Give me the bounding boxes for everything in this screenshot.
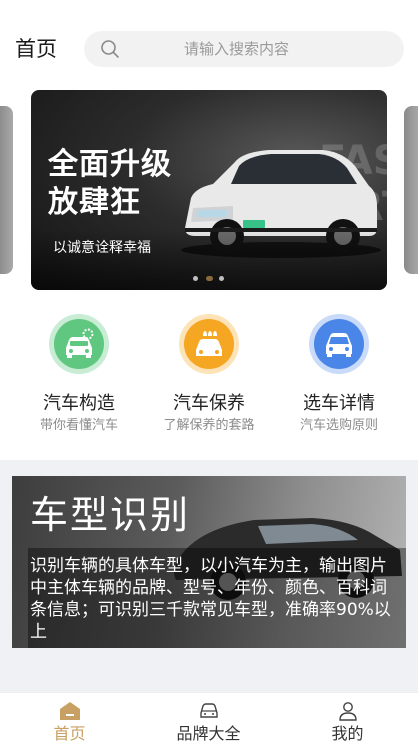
banner-prev-slide[interactable] <box>0 106 13 274</box>
header: 首页 请输入搜索内容 <box>0 0 418 84</box>
feature-title: 选车详情 <box>303 393 375 414</box>
banner-headline: 全面升级 放肆狂 <box>48 147 172 220</box>
banner-slide[interactable]: FASH ORT 全面升级 放肆狂 以诚意诠释幸福 <box>31 90 387 290</box>
feature-title: 汽车保养 <box>173 393 245 414</box>
car-front-icon <box>309 314 369 374</box>
feature-car-selection[interactable]: 选车详情 汽车选购原则 <box>275 310 403 440</box>
car-wash-icon <box>179 314 239 374</box>
carousel-indicator <box>0 276 418 284</box>
banner-subtext: 以诚意诠释幸福 <box>53 240 151 256</box>
search-icon <box>101 40 119 58</box>
carousel-dot[interactable] <box>219 276 224 281</box>
car-gear-icon <box>49 314 109 374</box>
tab-label-profile: 我的 <box>331 724 364 743</box>
feature-title: 汽车构造 <box>43 393 115 414</box>
tab-profile[interactable]: 我的 <box>278 693 417 746</box>
feature-car-maintenance[interactable]: 汽车保养 了解保养的套路 <box>145 310 273 440</box>
search-input[interactable]: 请输入搜索内容 <box>184 39 289 59</box>
recognition-title: 车型识别 <box>30 493 191 537</box>
feature-subtitle: 了解保养的套路 <box>163 418 255 433</box>
user-icon <box>339 702 357 721</box>
tab-brands[interactable]: 品牌大全 <box>139 693 278 746</box>
tab-home[interactable]: 首页 <box>0 693 139 746</box>
feature-subtitle: 汽车选购原则 <box>299 418 378 433</box>
car-icon <box>200 703 218 718</box>
home-icon <box>60 702 80 720</box>
recognition-card[interactable]: 车型识别 识别车辆的具体车型，以小汽车为主，输出图片中主体车辆的品牌、型号、年份… <box>12 476 406 648</box>
feature-car-structure[interactable]: 汽车构造 带你看懂汽车 <box>15 310 143 440</box>
carousel-dot[interactable] <box>193 276 198 281</box>
bottom-tab-bar: 首页 品牌大全 我的 <box>0 692 418 746</box>
search-bar[interactable]: 请输入搜索内容 <box>84 31 404 67</box>
recognition-description: 识别车辆的具体车型，以小汽车为主，输出图片中主体车辆的品牌、型号、年份、颜色、百… <box>30 556 391 642</box>
banner-next-slide[interactable] <box>404 106 418 274</box>
tab-label-brands: 品牌大全 <box>176 724 241 743</box>
carousel-dot-active[interactable] <box>206 276 213 281</box>
tab-label-home: 首页 <box>53 724 86 743</box>
banner-carousel[interactable]: FASH ORT 全面升级 放肆狂 以诚意诠释幸福 <box>0 90 418 292</box>
page-title: 首页 <box>15 37 57 61</box>
feature-grid: 汽车构造 带你看懂汽车 汽车保养 了解保养的套路 选车详情 汽车选购原则 <box>0 310 418 450</box>
feature-subtitle: 带你看懂汽车 <box>39 418 118 433</box>
